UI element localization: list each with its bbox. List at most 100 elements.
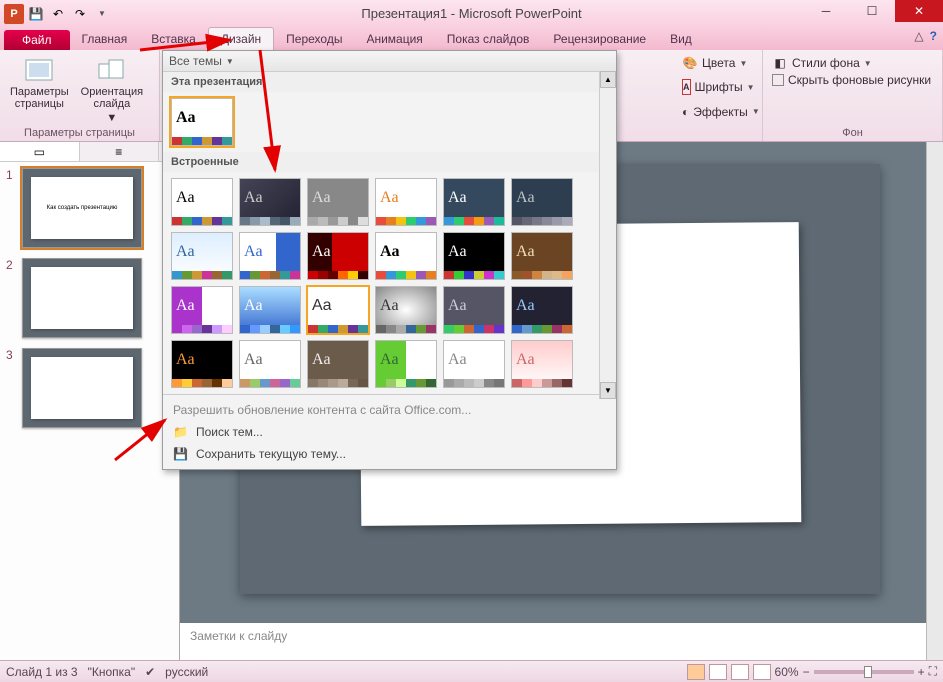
theme-thumb[interactable]: Aa [239,178,301,226]
title-bar: P 💾 ↶ ↷ ▼ Презентация1 - Microsoft Power… [0,0,943,27]
theme-thumb[interactable]: Aa [511,232,573,280]
redo-icon[interactable]: ↷ [70,4,90,24]
section-builtin: Встроенные [163,152,616,172]
zoom-level[interactable]: 60% [775,665,799,679]
theme-thumb[interactable]: Aa [307,232,369,280]
minimize-ribbon-icon[interactable]: △ [914,29,923,43]
tab-file[interactable]: Файл [4,30,70,50]
theme-thumb[interactable]: Aa [307,340,369,388]
theme-thumb[interactable]: Aa [511,178,573,226]
slides-tab[interactable]: ▭ [0,142,80,161]
save-theme-icon: 💾 [173,447,188,461]
gallery-browse-themes[interactable]: 📁Поиск тем... [163,421,616,443]
slide-panel: ▭ ≡ ✕ 1 Как создать презентацию 2 3 [0,142,180,660]
colors-icon: 🎨 [682,55,698,71]
app-icon[interactable]: P [4,4,24,24]
status-language[interactable]: русский [165,665,208,679]
zoom-slider[interactable] [814,670,914,674]
slide-thumb-3[interactable]: 3 [6,348,173,428]
tab-transitions[interactable]: Переходы [274,28,354,50]
theme-thumb[interactable]: Aa [375,286,437,334]
view-slideshow-button[interactable] [753,664,771,680]
gallery-save-theme[interactable]: 💾Сохранить текущую тему... [163,443,616,465]
theme-thumb-current[interactable]: Aa [171,98,233,146]
section-this-presentation: Эта презентация [163,72,616,92]
tab-review[interactable]: Рецензирование [541,28,658,50]
theme-thumb-selected[interactable]: Aa [307,286,369,334]
tab-design[interactable]: Дизайн [208,27,274,50]
view-sorter-button[interactable] [709,664,727,680]
save-icon[interactable]: 💾 [26,4,46,24]
folder-icon: 📁 [173,425,188,439]
theme-thumb[interactable]: Aa [375,232,437,280]
theme-thumb[interactable]: Aa [171,178,233,226]
help-icon[interactable]: ? [930,29,937,43]
tab-view[interactable]: Вид [658,28,704,50]
gallery-header[interactable]: Все темы▼ [163,51,616,72]
fonts-button[interactable]: AШрифты▼ [679,78,756,96]
theme-thumb[interactable]: Aa [375,340,437,388]
qat-more-icon[interactable]: ▼ [92,4,112,24]
slide-thumb-2[interactable]: 2 [6,258,173,338]
theme-thumb[interactable]: Aa [239,232,301,280]
scroll-up-icon[interactable]: ▲ [600,71,616,88]
outline-tab[interactable]: ≡ [80,142,160,161]
maximize-button[interactable]: ☐ [849,0,895,22]
group-label-background: Фон [769,127,936,139]
page-setup-icon [23,56,55,84]
theme-thumb[interactable]: Aa [307,178,369,226]
effects-button[interactable]: ◐Эффекты▼ [679,103,756,121]
status-theme-name[interactable]: "Кнопка" [88,665,136,679]
scroll-down-icon[interactable]: ▼ [600,382,616,399]
minimize-button[interactable]: ─ [803,0,849,22]
theme-thumb[interactable]: Aa [171,232,233,280]
tab-home[interactable]: Главная [70,28,140,50]
colors-button[interactable]: 🎨Цвета▼ [679,54,756,72]
theme-thumb[interactable]: Aa [443,340,505,388]
theme-thumb[interactable]: Aa [443,232,505,280]
undo-icon[interactable]: ↶ [48,4,68,24]
theme-thumb[interactable]: Aa [239,340,301,388]
window-title: Презентация1 - Microsoft PowerPoint [0,6,943,21]
themes-gallery-dropdown: Все темы▼ Эта презентация Aa Встроенные … [162,50,617,470]
chevron-down-icon: ▼ [226,57,234,66]
theme-thumb[interactable]: Aa [375,178,437,226]
editor-scrollbar[interactable] [926,142,943,660]
zoom-in-button[interactable]: + [918,665,925,679]
effects-icon: ◐ [682,104,689,120]
theme-thumb[interactable]: Aa [443,286,505,334]
tab-animations[interactable]: Анимация [354,28,434,50]
theme-thumb[interactable]: Aa [443,178,505,226]
view-reading-button[interactable] [731,664,749,680]
gallery-office-update[interactable]: Разрешить обновление контента с сайта Of… [163,399,616,421]
page-setup-button[interactable]: Параметры страницы [6,54,73,126]
group-label-page-setup: Параметры страницы [6,127,153,139]
notes-pane[interactable]: Заметки к слайду [180,620,926,660]
spellcheck-icon[interactable]: ✔ [145,665,155,679]
theme-thumb[interactable]: Aa [171,340,233,388]
notes-placeholder: Заметки к слайду [190,629,287,643]
theme-thumb[interactable]: Aa [171,286,233,334]
theme-thumb[interactable]: Aa [511,286,573,334]
status-slide-number[interactable]: Слайд 1 из 3 [6,665,78,679]
tab-insert[interactable]: Вставка [139,28,208,50]
background-styles-button[interactable]: ◧Стили фона▼ [769,54,936,72]
fonts-icon: A [682,79,691,95]
window-controls: ─ ☐ ✕ [803,0,943,22]
theme-thumb[interactable]: Aa [511,340,573,388]
view-normal-button[interactable] [687,664,705,680]
gallery-scrollbar[interactable]: ▲ ▼ [599,71,616,399]
tab-slideshow[interactable]: Показ слайдов [435,28,542,50]
quick-access-toolbar: P 💾 ↶ ↷ ▼ [0,4,112,24]
chevron-down-icon: ▼ [106,112,117,124]
close-button[interactable]: ✕ [895,0,943,22]
zoom-out-button[interactable]: − [803,665,810,679]
theme-thumb[interactable]: Aa [239,286,301,334]
hide-bg-checkbox[interactable]: Скрыть фоновые рисунки [769,72,936,88]
orientation-button[interactable]: Ориентация слайда ▼ [77,54,147,126]
fit-to-window-button[interactable]: ⛶ [929,664,937,679]
status-bar: Слайд 1 из 3 "Кнопка" ✔ русский 60% − + … [0,660,943,682]
bg-styles-icon: ◧ [772,55,788,71]
ribbon-tabs: Файл Главная Вставка Дизайн Переходы Ани… [0,27,943,50]
slide-thumb-1[interactable]: 1 Как создать презентацию [6,168,173,248]
